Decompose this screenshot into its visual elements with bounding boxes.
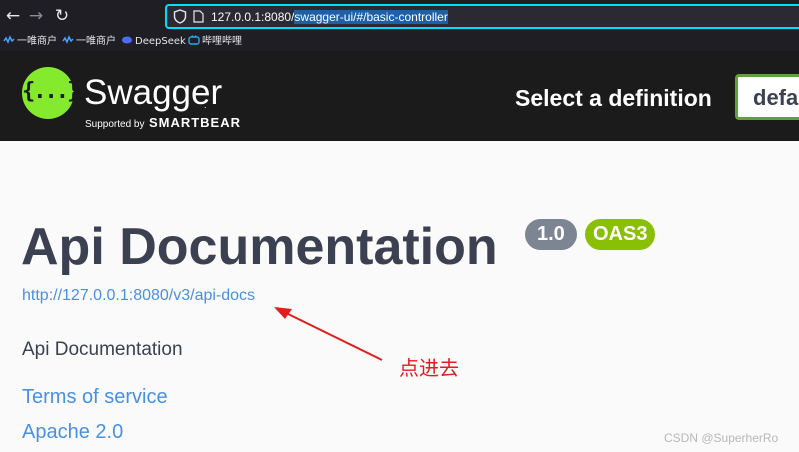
reload-icon[interactable]: ↻ xyxy=(52,6,72,26)
bookmark-label: 哔哩哔哩 xyxy=(202,36,242,47)
bookmark-label: DeepSeek xyxy=(135,36,186,47)
bookmark-item[interactable]: 一唯商户 xyxy=(62,35,116,48)
logo-braces: {...} xyxy=(22,79,80,104)
definition-select[interactable]: default xyxy=(735,74,799,120)
annotation-text: 点进去 xyxy=(399,356,459,380)
watermark: CSDN @SuperherRo xyxy=(664,431,779,445)
api-description: Api Documentation xyxy=(22,339,183,360)
page-title: Api Documentation xyxy=(21,218,498,276)
url-text: 127.0.0.1:8080/swagger-ui/#/basic-contro… xyxy=(211,9,448,25)
url-host: 127.0.0.1:8080/ xyxy=(211,10,295,24)
annotation-arrow-icon xyxy=(274,307,383,361)
brand-name: Swagger xyxy=(84,73,223,112)
shield-icon xyxy=(173,9,187,24)
terms-of-service-link[interactable]: Terms of service xyxy=(22,386,168,409)
deepseek-whale-icon xyxy=(122,36,132,44)
browser-toolbar: ← → ↻ 127.0.0.1:8080/swagger-ui/#/basic-… xyxy=(0,0,799,33)
address-bar[interactable]: 127.0.0.1:8080/swagger-ui/#/basic-contro… xyxy=(165,4,799,29)
forward-arrow-icon[interactable]: → xyxy=(26,6,46,26)
brand-dot: . xyxy=(204,100,207,110)
bookmarks-bar: 一唯商户 一唯商户 DeepSeek 哔哩哔哩 xyxy=(0,33,799,51)
api-docs-link[interactable]: http://127.0.0.1:8080/v3/api-docs xyxy=(22,287,255,305)
bookmark-label: 一唯商户 xyxy=(76,36,116,47)
version-badge: 1.0 xyxy=(525,219,577,250)
swagger-topbar: {...} Swagger . Supported by SMARTBEAR S… xyxy=(0,51,799,141)
oas-badge: OAS3 xyxy=(585,219,656,250)
bilibili-tv-icon xyxy=(188,35,200,45)
bookmark-item[interactable]: 哔哩哔哩 xyxy=(188,35,242,48)
supported-by: Supported by SMARTBEAR xyxy=(85,114,241,132)
select-definition-label: Select a definition xyxy=(515,85,712,111)
url-path-selected: swagger-ui/#/basic-controller xyxy=(294,10,448,24)
bookmark-wave-icon xyxy=(3,35,15,44)
bookmark-wave-icon xyxy=(62,35,74,44)
swagger-logo-icon[interactable]: {...} xyxy=(22,67,80,119)
smartbear-text: SMARTBEAR xyxy=(148,115,242,130)
page-icon xyxy=(193,10,204,23)
definition-select-value: default xyxy=(753,85,799,110)
bookmark-item[interactable]: 一唯商户 xyxy=(3,35,57,48)
bookmark-label: 一唯商户 xyxy=(17,36,57,47)
license-link[interactable]: Apache 2.0 xyxy=(22,421,123,444)
bookmark-item[interactable]: DeepSeek xyxy=(121,35,186,48)
back-arrow-icon[interactable]: ← xyxy=(3,6,23,26)
supported-by-text: Supported by xyxy=(85,119,145,130)
